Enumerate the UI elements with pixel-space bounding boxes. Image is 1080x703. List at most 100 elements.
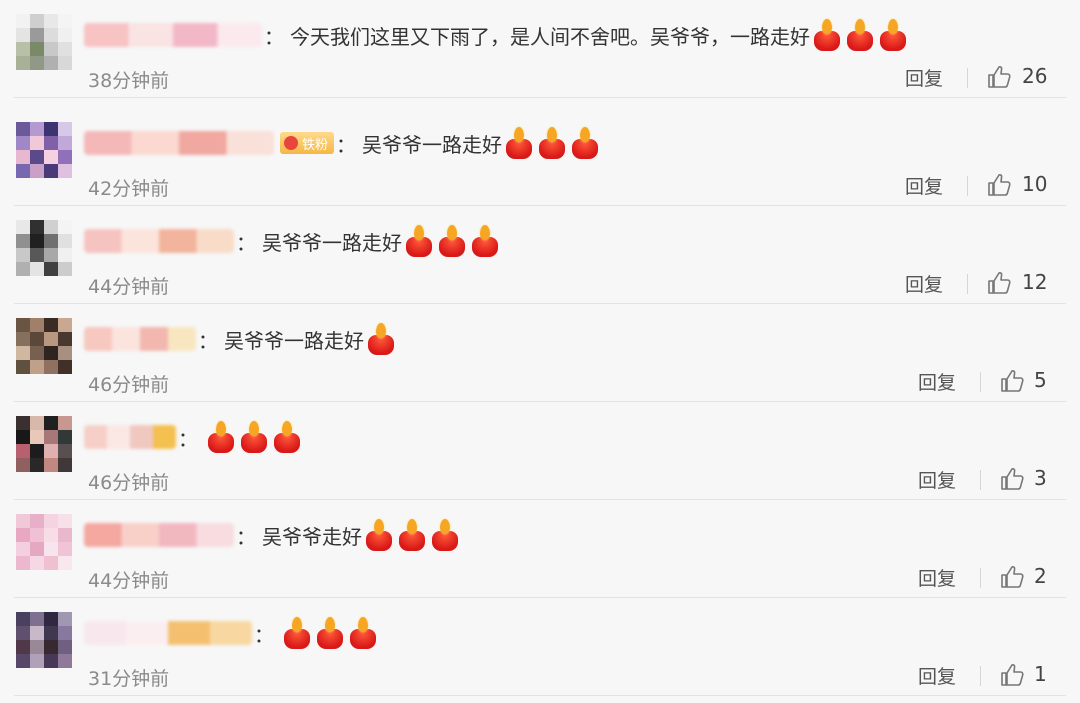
divider (14, 97, 1066, 98)
action-separator (967, 176, 968, 196)
avatar-pixel (30, 514, 44, 528)
candle-emoji-icon (845, 19, 875, 51)
avatar-pixel (58, 332, 72, 346)
username-blurred[interactable] (84, 327, 196, 351)
avatar-pixel (16, 556, 30, 570)
reply-button[interactable]: 回复 (905, 270, 943, 297)
avatar-pixel (16, 528, 30, 542)
avatar-pixel (58, 122, 72, 136)
reply-button[interactable]: 回复 (905, 64, 943, 91)
divider (14, 695, 1066, 696)
candle-emoji-icon (812, 19, 842, 51)
username-blurred[interactable] (84, 23, 262, 47)
avatar-pixel (16, 150, 30, 164)
avatar-pixel (30, 458, 44, 472)
avatar-pixel (16, 56, 30, 70)
candle-emoji-icon (364, 519, 394, 551)
username-blurred[interactable] (84, 523, 234, 547)
like-count: 12 (1022, 270, 1048, 294)
username-blurred[interactable] (84, 229, 234, 253)
comment-time: 46分钟前 (88, 374, 170, 396)
avatar[interactable] (16, 416, 72, 472)
avatar-pixel (58, 150, 72, 164)
avatar[interactable] (16, 612, 72, 668)
avatar-pixel (16, 262, 30, 276)
avatar-pixel (58, 612, 72, 626)
thumbs-up-icon[interactable] (986, 64, 1012, 90)
avatar-pixel (58, 514, 72, 528)
avatar[interactable] (16, 122, 72, 178)
avatar[interactable] (16, 514, 72, 570)
avatar-pixel (16, 28, 30, 42)
avatar-pixel (58, 136, 72, 150)
avatar-pixel (30, 164, 44, 178)
reply-button[interactable]: 回复 (918, 662, 956, 689)
avatar[interactable] (16, 318, 72, 374)
comment-text: 吴爷爷一路走好 (362, 132, 503, 157)
avatar-pixel (16, 626, 30, 640)
comment-item: 铁粉 ： 吴爷爷一路走好 42分钟前 回复 10 (0, 108, 1080, 206)
avatar-pixel (30, 332, 44, 346)
avatar-pixel (16, 234, 30, 248)
username-blurred[interactable] (84, 131, 274, 155)
avatar-pixel (44, 262, 58, 276)
avatar-pixel (30, 234, 44, 248)
avatar-pixel (16, 248, 30, 262)
reply-button[interactable]: 回复 (905, 172, 943, 199)
username-blurred[interactable] (84, 425, 176, 449)
candle-emoji-icon (537, 127, 567, 159)
comment-time: 44分钟前 (88, 570, 170, 592)
avatar-pixel (16, 360, 30, 374)
avatar-pixel (30, 150, 44, 164)
avatar-pixel (58, 164, 72, 178)
thumbs-up-icon[interactable] (986, 270, 1012, 296)
colon: ： (236, 230, 256, 255)
avatar-pixel (30, 626, 44, 640)
candle-emoji-group (206, 421, 305, 453)
avatar-pixel (58, 318, 72, 332)
fan-badge-label: 铁粉 (302, 137, 329, 153)
avatar-pixel (44, 220, 58, 234)
like-count: 10 (1022, 172, 1048, 196)
avatar-pixel (16, 542, 30, 556)
candle-emoji-icon (272, 421, 302, 453)
avatar-pixel (58, 346, 72, 360)
avatar[interactable] (16, 14, 72, 70)
candle-emoji-icon (504, 127, 534, 159)
avatar-pixel (44, 150, 58, 164)
avatar-pixel (30, 262, 44, 276)
avatar-pixel (58, 248, 72, 262)
comment-text: 今天我们这里又下雨了，是人间不舍吧。吴爷爷，一路走好 (290, 24, 810, 49)
reply-button[interactable]: 回复 (918, 564, 956, 591)
avatar-pixel (44, 654, 58, 668)
candle-emoji-icon (570, 127, 600, 159)
avatar-pixel (16, 122, 30, 136)
reply-button[interactable]: 回复 (918, 368, 956, 395)
avatar-pixel (58, 28, 72, 42)
thumbs-up-icon[interactable] (999, 368, 1025, 394)
avatar-pixel (44, 234, 58, 248)
avatar-pixel (30, 430, 44, 444)
avatar-pixel (44, 318, 58, 332)
avatar-pixel (16, 42, 30, 56)
thumbs-up-icon[interactable] (986, 172, 1012, 198)
action-separator (980, 568, 981, 588)
thumbs-up-icon[interactable] (999, 564, 1025, 590)
colon: ： (178, 426, 198, 451)
comment-time: 46分钟前 (88, 472, 170, 494)
action-separator (980, 666, 981, 686)
avatar-pixel (30, 14, 44, 28)
avatar[interactable] (16, 220, 72, 276)
thumbs-up-icon[interactable] (999, 466, 1025, 492)
thumbs-up-icon[interactable] (999, 662, 1025, 688)
comment-list: ： 今天我们这里又下雨了，是人间不舍吧。吴爷爷，一路走好 38分钟前 回复 26… (0, 0, 1080, 703)
avatar-pixel (16, 514, 30, 528)
avatar-pixel (44, 28, 58, 42)
avatar-pixel (44, 626, 58, 640)
candle-emoji-icon (470, 225, 500, 257)
username-blurred[interactable] (84, 621, 252, 645)
colon: ： (236, 524, 256, 549)
comment-text-row: ： 今天我们这里又下雨了，是人间不舍吧。吴爷爷，一路走好 (262, 19, 911, 51)
comment-item: ： 31分钟前 回复 1 (0, 598, 1080, 696)
reply-button[interactable]: 回复 (918, 466, 956, 493)
